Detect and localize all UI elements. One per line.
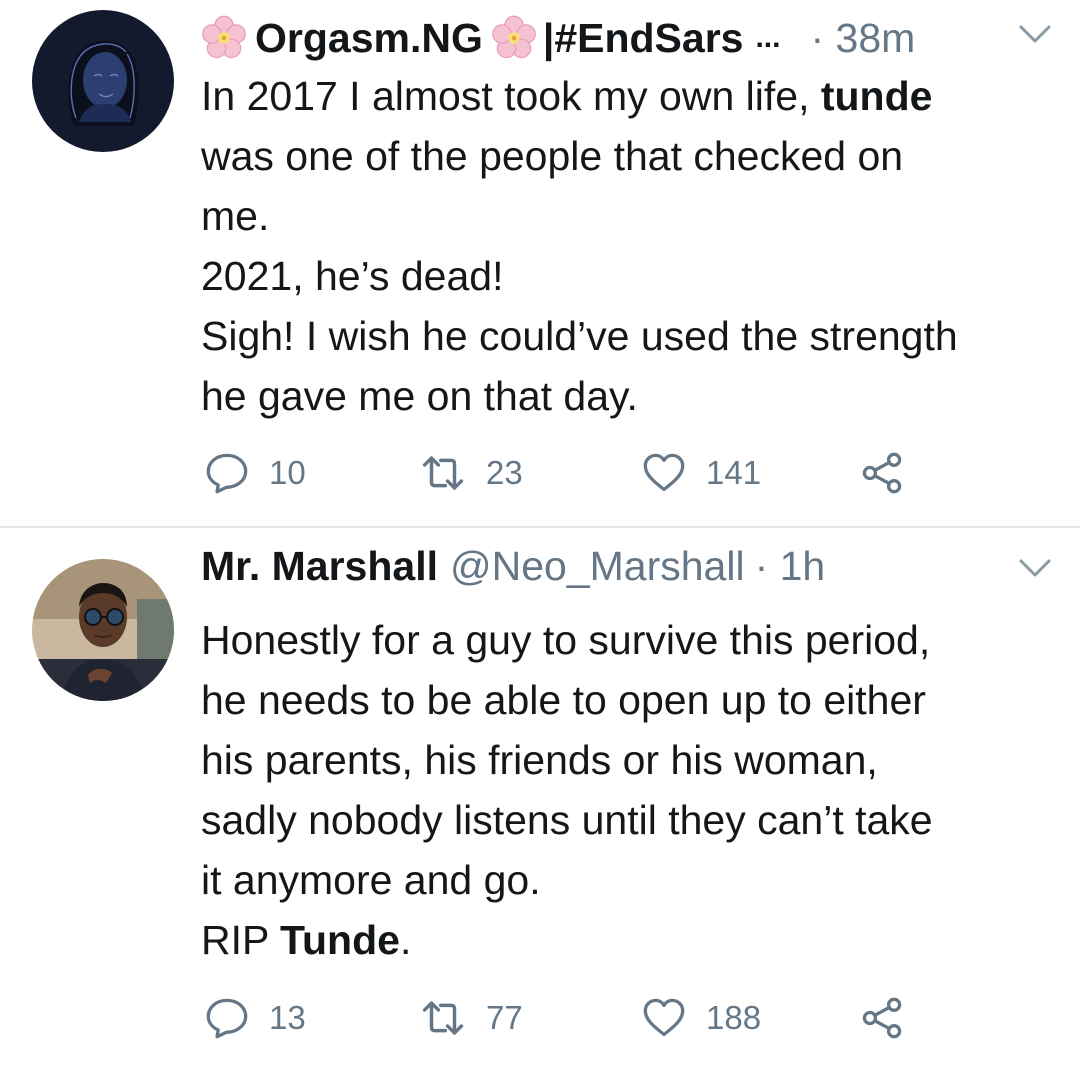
tweet-text-line: he gave me on that day. <box>201 373 638 419</box>
cherry-blossom-icon <box>201 15 247 61</box>
display-name[interactable]: Mr. Marshall <box>201 543 438 590</box>
tweet[interactable]: Orgasm.NG |#EndSars ... · 38m In 2017 I … <box>0 0 1080 527</box>
tweet-header: Mr. Marshall @Neo_Marshall · 1h <box>201 536 1052 596</box>
avatar[interactable] <box>32 559 174 701</box>
tweet-text-line: was one of the people that checked on <box>201 133 904 179</box>
like-count: 141 <box>706 454 762 491</box>
mention-bold: Tunde <box>280 917 400 963</box>
tweet-text-line: me. <box>201 193 270 239</box>
share-icon <box>860 451 904 495</box>
share-button[interactable] <box>860 448 904 498</box>
retweet-button[interactable]: 77 <box>420 993 523 1043</box>
tweet-header: Orgasm.NG |#EndSars ... · 38m <box>201 8 1052 68</box>
like-button[interactable]: 141 <box>642 448 761 498</box>
reply-icon <box>205 451 249 495</box>
action-bar: 13 77 188 <box>205 993 925 1043</box>
display-name[interactable]: Orgasm.NG <box>255 15 483 62</box>
retweet-count: 77 <box>486 999 523 1036</box>
retweet-icon <box>420 995 466 1041</box>
reply-button[interactable]: 10 <box>205 448 306 498</box>
tweet-text-line: sadly nobody listens until they can’t ta… <box>201 797 933 843</box>
reply-count: 13 <box>269 999 306 1036</box>
display-name-suffix[interactable]: |#EndSars <box>543 15 744 62</box>
retweet-icon <box>420 450 466 496</box>
tweet-text-line: his parents, his friends or his woman, <box>201 737 878 783</box>
tweet-text-line: he needs to be able to open up to either <box>201 677 926 723</box>
share-icon <box>860 996 904 1040</box>
chevron-down-icon[interactable] <box>1018 22 1052 46</box>
timestamp[interactable]: · 1h <box>755 543 826 590</box>
like-count: 188 <box>706 999 762 1036</box>
chevron-down-icon[interactable] <box>1018 556 1052 580</box>
tweet-text: Honestly for a guy to survive this perio… <box>201 610 1060 970</box>
tweet-text-line: 2021, he’s dead! <box>201 253 504 299</box>
share-button[interactable] <box>860 993 904 1043</box>
mention-bold: tunde <box>820 73 933 119</box>
user-handle[interactable]: @Neo_Marshall <box>450 543 745 590</box>
heart-icon <box>642 451 686 495</box>
tweet-text-line: In 2017 I almost took my own life, tunde <box>201 73 933 119</box>
heart-icon <box>642 996 686 1040</box>
reply-count: 10 <box>269 454 306 491</box>
tweet-text-line: Sigh! I wish he could’ve used the streng… <box>201 313 958 359</box>
tweet-text-line: it anymore and go. <box>201 857 541 903</box>
retweet-button[interactable]: 23 <box>420 448 523 498</box>
retweet-count: 23 <box>486 454 523 491</box>
action-bar: 10 23 141 <box>205 448 925 498</box>
tweet-text-line: Honestly for a guy to survive this perio… <box>201 617 931 663</box>
name-truncation: ... <box>755 21 781 54</box>
avatar[interactable] <box>32 10 174 152</box>
tweet-text-line: RIP Tunde. <box>201 917 412 963</box>
tweet[interactable]: Mr. Marshall @Neo_Marshall · 1h Honestly… <box>0 528 1080 1066</box>
reply-button[interactable]: 13 <box>205 993 306 1043</box>
tweet-text: In 2017 I almost took my own life, tunde… <box>201 66 1060 426</box>
reply-icon <box>205 996 249 1040</box>
timestamp[interactable]: · 38m <box>810 15 915 62</box>
cherry-blossom-icon <box>491 15 537 61</box>
like-button[interactable]: 188 <box>642 993 761 1043</box>
